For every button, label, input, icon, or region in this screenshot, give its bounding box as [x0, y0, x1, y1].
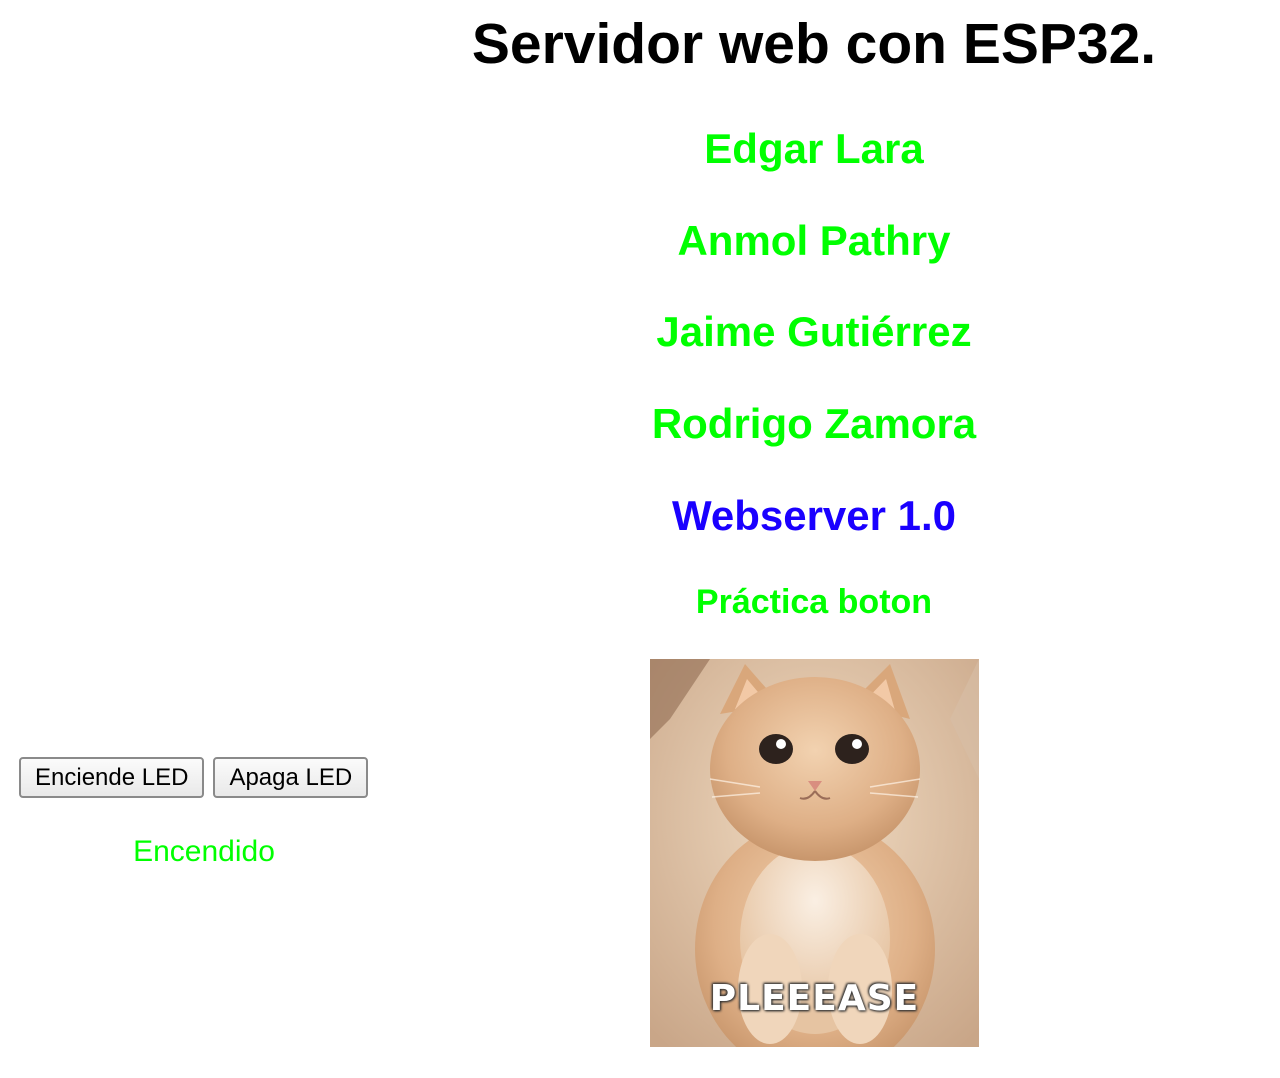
page-title: Servidor web con ESP32.: [471, 12, 1157, 76]
led-on-button[interactable]: Enciende LED: [19, 757, 205, 798]
led-off-button[interactable]: Apaga LED: [213, 757, 369, 798]
kitten-gif: PLEEEASE: [650, 659, 979, 1047]
author-name: Jaime Gutiérrez: [656, 308, 972, 355]
author-name: Rodrigo Zamora: [651, 400, 977, 447]
led-status-text: Encendido: [133, 835, 275, 868]
author-name: Anmol Pathry: [677, 217, 951, 264]
practice-subtitle: Práctica boton: [695, 583, 933, 621]
page: Servidor web con ESP32. Edgar Lara Anmol…: [0, 0, 1280, 1078]
version-heading: Webserver 1.0: [671, 492, 957, 539]
led-controls: Enciende LED Apaga LED: [19, 757, 369, 798]
author-name: Edgar Lara: [704, 125, 924, 172]
gif-caption: PLEEEASE: [709, 978, 920, 1019]
